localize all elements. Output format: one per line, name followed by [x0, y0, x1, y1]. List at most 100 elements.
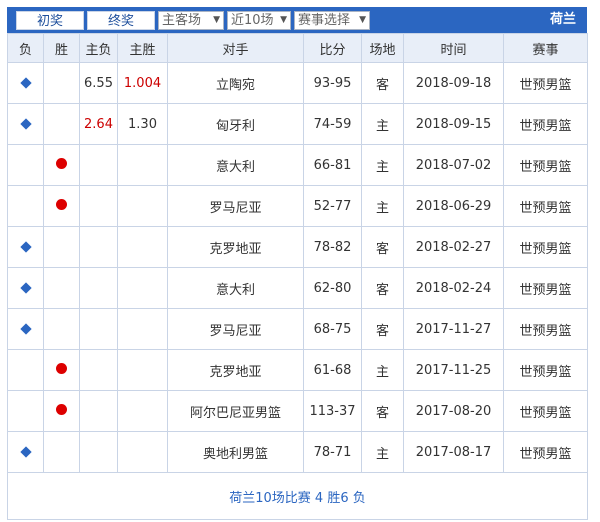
venue-cell: 主	[361, 185, 404, 227]
home-loss-cell	[79, 144, 118, 186]
home-loss-cell	[79, 431, 118, 473]
home-win-cell	[117, 185, 168, 227]
date-cell: 2018-07-02	[403, 144, 504, 186]
table-header-row: 负 胜 主负 主胜 对手 比分 场地 时间 赛事	[7, 33, 588, 63]
loss-cell	[7, 390, 44, 432]
range-select[interactable]: 近10场 ▼	[227, 11, 291, 30]
loss-cell	[7, 308, 44, 350]
opponent-cell: 罗马尼亚	[167, 308, 304, 350]
loss-cell	[7, 226, 44, 268]
table-row: 罗马尼亚 52-77 主 2018-06-29 世预男篮	[7, 185, 588, 227]
home-loss-cell	[79, 390, 118, 432]
summary-row: 荷兰10场比赛 4 胜6 负	[7, 472, 588, 520]
loss-cell	[7, 185, 44, 227]
initial-odds-button[interactable]: 初奖	[16, 11, 84, 30]
win-cell	[43, 267, 80, 309]
home-win-cell	[117, 308, 168, 350]
venue-cell: 主	[361, 103, 404, 145]
event-cell: 世预男篮	[503, 431, 588, 473]
summary-text: 荷兰10场比赛 4 胜6 负	[7, 472, 588, 520]
table-row: 意大利 66-81 主 2018-07-02 世预男篮	[7, 144, 588, 186]
event-cell: 世预男篮	[503, 103, 588, 145]
venue-cell: 客	[361, 308, 404, 350]
diamond-icon	[19, 76, 32, 89]
triangle-down-icon: ▼	[213, 15, 220, 25]
venue-cell: 客	[361, 62, 404, 104]
home-win-cell: 1.30	[117, 103, 168, 145]
event-select[interactable]: 赛事选择 ▼	[294, 11, 370, 30]
home-loss-cell: 2.64	[79, 103, 118, 145]
table-row: 6.55 1.004 立陶宛 93-95 客 2018-09-18 世预男篮	[7, 62, 588, 104]
win-cell	[43, 144, 80, 186]
diamond-icon	[19, 240, 32, 253]
table-row: 奥地利男篮 78-71 主 2017-08-17 世预男篮	[7, 431, 588, 473]
date-cell: 2018-02-24	[403, 267, 504, 309]
loss-cell	[7, 267, 44, 309]
date-cell: 2017-08-17	[403, 431, 504, 473]
win-cell	[43, 431, 80, 473]
venue-cell: 主	[361, 431, 404, 473]
score-cell: 93-95	[303, 62, 362, 104]
header-score: 比分	[303, 33, 362, 63]
range-select-value: 近10场	[231, 13, 274, 28]
venue-cell: 客	[361, 390, 404, 432]
event-cell: 世预男篮	[503, 226, 588, 268]
triangle-down-icon: ▼	[359, 15, 366, 25]
table-row: 阿尔巴尼亚男篮 113-37 客 2017-08-20 世预男篮	[7, 390, 588, 432]
table-row: 克罗地亚 61-68 主 2017-11-25 世预男篮	[7, 349, 588, 391]
table-row: 2.64 1.30 匈牙利 74-59 主 2018-09-15 世预男篮	[7, 103, 588, 145]
date-cell: 2018-09-18	[403, 62, 504, 104]
venue-cell: 主	[361, 144, 404, 186]
date-cell: 2017-11-27	[403, 308, 504, 350]
home-win-cell	[117, 226, 168, 268]
score-cell: 78-71	[303, 431, 362, 473]
opponent-cell: 罗马尼亚	[167, 185, 304, 227]
red-dot-icon	[56, 157, 67, 169]
event-cell: 世预男篮	[503, 144, 588, 186]
win-cell	[43, 226, 80, 268]
venue-cell: 客	[361, 226, 404, 268]
win-cell	[43, 185, 80, 227]
venue-cell: 主	[361, 349, 404, 391]
table-row: 罗马尼亚 68-75 客 2017-11-27 世预男篮	[7, 308, 588, 350]
toolbar: 初奖 终奖 主客场 ▼ 近10场 ▼ 赛事选择 ▼ 荷兰	[7, 7, 587, 33]
opponent-cell: 立陶宛	[167, 62, 304, 104]
loss-cell	[7, 144, 44, 186]
header-home-loss: 主负	[79, 33, 118, 63]
score-cell: 68-75	[303, 308, 362, 350]
venue-select[interactable]: 主客场 ▼	[158, 11, 224, 30]
home-win-cell	[117, 349, 168, 391]
event-cell: 世预男篮	[503, 62, 588, 104]
header-loss: 负	[7, 33, 44, 63]
final-odds-button[interactable]: 终奖	[87, 11, 155, 30]
home-win-cell: 1.004	[117, 62, 168, 104]
opponent-cell: 克罗地亚	[167, 349, 304, 391]
opponent-cell: 意大利	[167, 144, 304, 186]
date-cell: 2018-09-15	[403, 103, 504, 145]
diamond-icon	[19, 322, 32, 335]
diamond-icon	[19, 281, 32, 294]
home-loss-cell	[79, 185, 118, 227]
header-event: 赛事	[503, 33, 588, 63]
opponent-cell: 奥地利男篮	[167, 431, 304, 473]
home-loss-cell: 6.55	[79, 62, 118, 104]
score-cell: 74-59	[303, 103, 362, 145]
loss-cell	[7, 62, 44, 104]
opponent-cell: 克罗地亚	[167, 226, 304, 268]
opponent-cell: 意大利	[167, 267, 304, 309]
venue-cell: 客	[361, 267, 404, 309]
opponent-cell: 匈牙利	[167, 103, 304, 145]
win-cell	[43, 308, 80, 350]
event-cell: 世预男篮	[503, 267, 588, 309]
triangle-down-icon: ▼	[280, 15, 287, 25]
loss-cell	[7, 431, 44, 473]
header-opponent: 对手	[167, 33, 304, 63]
score-cell: 113-37	[303, 390, 362, 432]
home-loss-cell	[79, 308, 118, 350]
diamond-icon	[19, 117, 32, 130]
results-table: 负 胜 主负 主胜 对手 比分 场地 时间 赛事 6.55 1.004 立陶宛 93-…	[7, 33, 588, 520]
header-home-win: 主胜	[117, 33, 168, 63]
win-cell	[43, 103, 80, 145]
event-cell: 世预男篮	[503, 390, 588, 432]
score-cell: 78-82	[303, 226, 362, 268]
